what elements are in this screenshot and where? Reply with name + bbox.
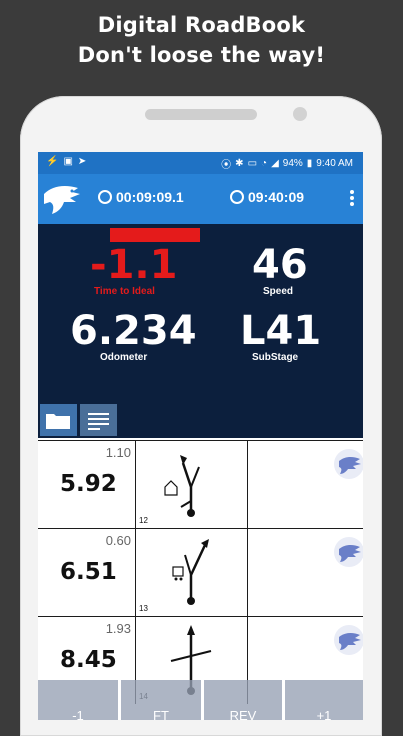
folder-button[interactable] (40, 404, 77, 436)
tulip-diagram-icon (172, 539, 209, 605)
plus-one-button[interactable]: +1 (285, 680, 363, 720)
image-icon: ▣ (63, 156, 78, 167)
clock-timer: 09:40:09 (230, 189, 304, 205)
roadbook-row[interactable]: 1.10 5.92 12 (38, 440, 363, 528)
partial-distance: 1.93 (105, 621, 131, 636)
battery-percent: 94% (282, 158, 303, 169)
speed-label: Speed (263, 286, 294, 297)
promo-line-1: Digital RoadBook (97, 13, 306, 37)
battery-icon: ▮ (306, 158, 313, 169)
clock-icon (230, 190, 244, 204)
total-distance: 8.45 (60, 647, 117, 673)
substage-value: L41 (240, 308, 322, 354)
location-icon: ⦿ (221, 160, 232, 171)
list-button[interactable] (80, 404, 117, 436)
time-to-ideal-label: Time to Ideal (94, 286, 155, 297)
promo-headline: Digital RoadBook Don't loose the way! (0, 10, 403, 70)
rev-button[interactable]: REV (204, 680, 282, 720)
row-number: 13 (139, 604, 148, 613)
status-right: ⦿ ✱ ▭ ◔ ◢ 94% ▮ 9:40 AM (221, 156, 353, 171)
tulip-cell: 12 (135, 441, 248, 528)
partial-distance: 1.10 (105, 445, 131, 460)
minus-one-button[interactable]: -1 (38, 680, 118, 720)
wifi-icon: ◔ (261, 158, 268, 169)
total-distance: 6.51 (60, 559, 117, 585)
folder-icon (46, 414, 70, 429)
phone-speaker (145, 109, 257, 120)
row-number: 12 (139, 516, 148, 525)
note-cell (248, 529, 363, 616)
total-distance: 5.92 (60, 471, 117, 497)
stage-timer-value: 00:09:09.1 (116, 189, 184, 205)
status-bar: ⚡▣➤ ⦿ ✱ ▭ ◔ ◢ 94% ▮ 9:40 AM (38, 152, 363, 174)
app-screen: ⚡▣➤ ⦿ ✱ ▭ ◔ ◢ 94% ▮ 9:40 AM 00:09:09.1 0… (38, 152, 363, 720)
bottom-control-bar: -1 FT REV +1 (38, 680, 363, 720)
stage-timer: 00:09:09.1 (98, 189, 184, 205)
status-left-icons: ⚡▣➤ (46, 156, 91, 167)
time-alert-bar (110, 228, 200, 242)
ft-button[interactable]: FT (121, 680, 201, 720)
promo-line-2: Don't loose the way! (77, 43, 326, 67)
partial-distance: 0.60 (105, 533, 131, 548)
distance-cell: 0.60 6.51 (38, 529, 136, 616)
substage-label: SubStage (252, 352, 299, 363)
send-icon: ➤ (77, 156, 92, 167)
overflow-menu-icon[interactable] (349, 188, 355, 210)
tulip-diagram-icon (164, 455, 200, 517)
phone-camera (293, 107, 307, 121)
usb-icon: ⚡ (46, 156, 64, 167)
distance-cell: 1.10 5.92 (38, 441, 136, 528)
nfc-icon: ▭ (247, 158, 258, 169)
odometer-label: Odometer (100, 352, 148, 363)
eagle-logo-icon[interactable] (42, 180, 82, 218)
status-time: 9:40 AM (316, 158, 353, 169)
speed-value: 46 (252, 242, 308, 288)
odometer-value: 6.234 (70, 308, 197, 354)
signal-icon: ◢ (271, 158, 279, 169)
eagle-badge-icon[interactable] (334, 449, 363, 479)
app-bar: 00:09:09.1 09:40:09 (38, 174, 363, 224)
bluetooth-icon: ✱ (235, 158, 244, 169)
stopwatch-icon (98, 190, 112, 204)
eagle-badge-icon[interactable] (334, 625, 363, 655)
note-cell (248, 441, 363, 528)
roadbook-row[interactable]: 0.60 6.51 13 (38, 528, 363, 616)
time-to-ideal-value: -1.1 (90, 242, 178, 288)
tulip-cell: 13 (135, 529, 248, 616)
list-icon (88, 413, 109, 430)
eagle-badge-icon[interactable] (334, 537, 363, 567)
clock-timer-value: 09:40:09 (248, 189, 305, 205)
dashboard-panel: -1.1 Time to Ideal 46 Speed 6.234 Odomet… (38, 224, 363, 438)
